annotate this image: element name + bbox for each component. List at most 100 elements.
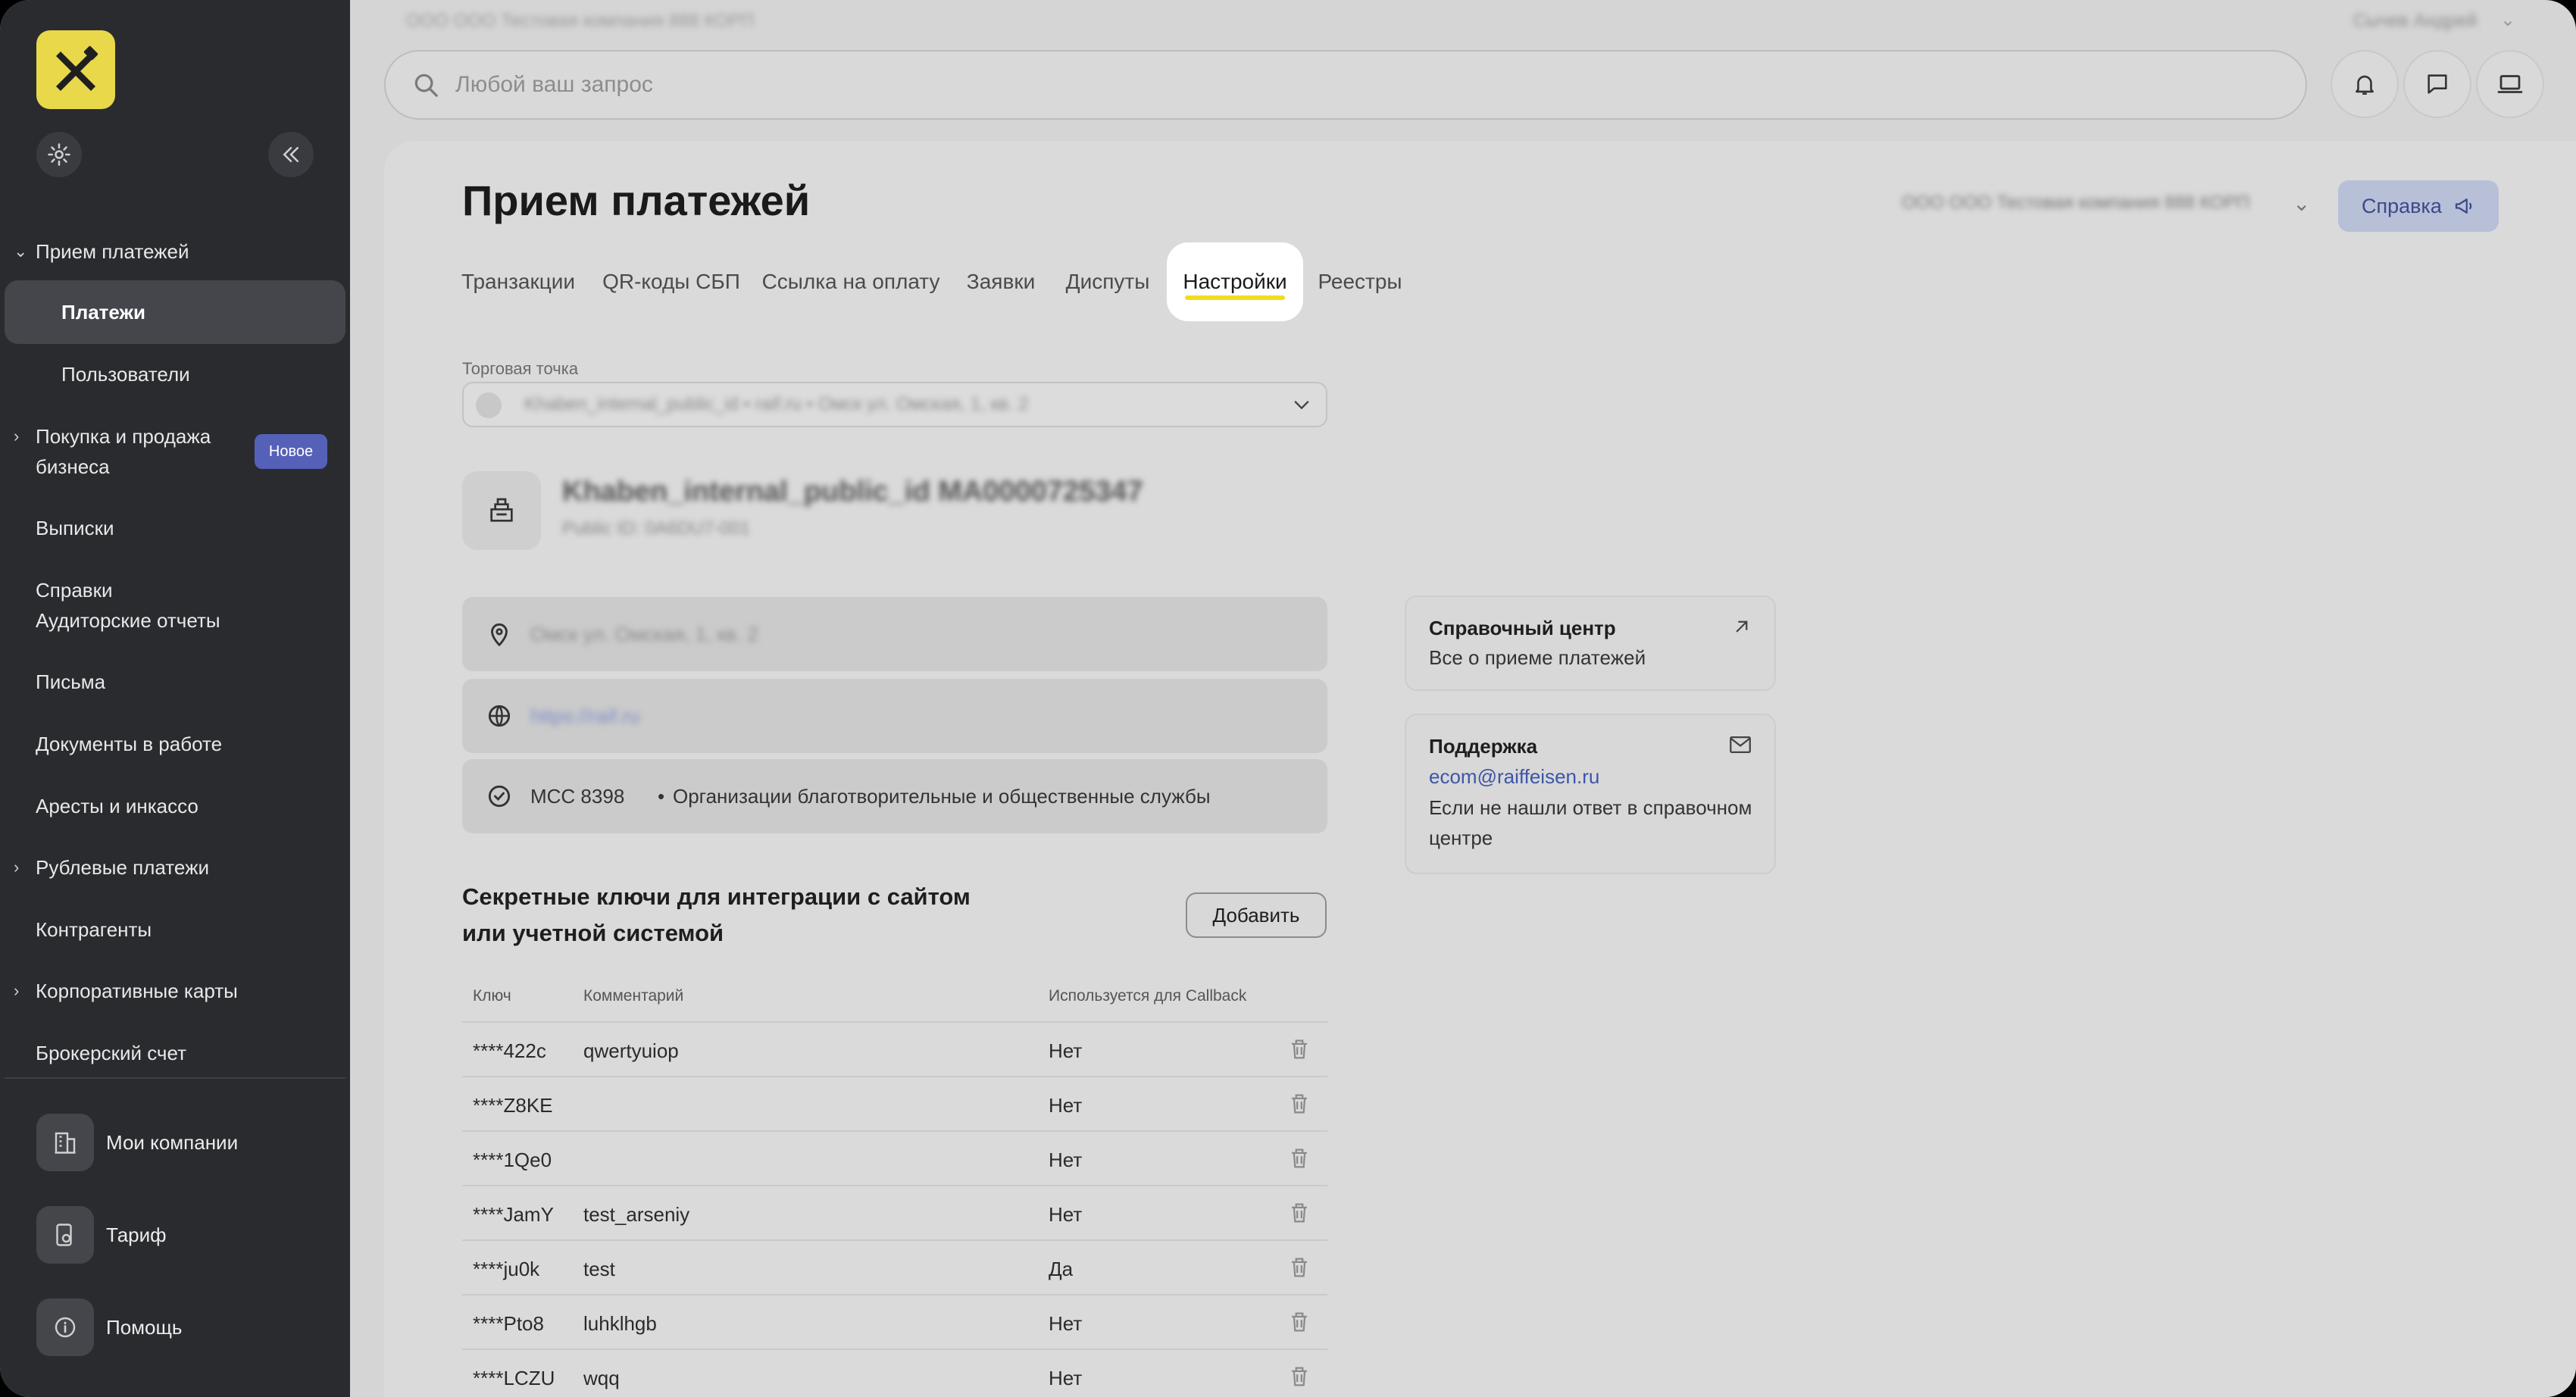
external-arrow-icon (1730, 615, 1753, 642)
point-select-value: Khaben_internal_public_id • raif.ru • Ом… (524, 394, 1029, 414)
tab-settings[interactable]: Настройки (1167, 242, 1303, 321)
my-companies-label: Мои компании (106, 1130, 239, 1154)
tab-settings-label: Настройки (1183, 270, 1287, 293)
key-cell: ****ju0k (473, 1258, 540, 1280)
tariff-icon (36, 1206, 94, 1264)
shop-public-id: Public ID: 0A6DU7-001 (562, 518, 751, 539)
key-cell: ****JamY (473, 1203, 554, 1226)
location-pin-icon (485, 620, 514, 648)
chevron-right-icon: › (14, 981, 20, 1000)
raiffeisen-logo[interactable] (36, 30, 115, 109)
mcc-row: MCC 8398 • Организации благотворительные… (462, 759, 1327, 833)
tab-requests[interactable]: Заявки (967, 242, 1035, 321)
trash-icon[interactable] (1286, 1145, 1312, 1175)
table-row: ****422c qwertyuiop Нет (462, 1021, 1327, 1076)
point-avatar-icon (476, 392, 502, 418)
check-circle-icon (485, 782, 514, 811)
support-card: Поддержка ecom@raiffeisen.ru Если не наш… (1405, 714, 1776, 874)
chevron-right-icon: › (14, 858, 20, 877)
logo-mark-icon (56, 45, 98, 91)
help-nav-button[interactable]: Помощь (36, 1299, 182, 1356)
comment-cell: luhklhgb (583, 1312, 657, 1335)
help-button[interactable]: Справка (2338, 180, 2499, 232)
comment-cell: wqq (583, 1367, 620, 1389)
nav-label: Справки (36, 579, 113, 602)
tab-qr-codes[interactable]: QR-коды СБП (602, 242, 740, 321)
chevron-down-icon[interactable]: ⌄ (2293, 191, 2310, 216)
help-center-card[interactable]: Справочный центр Все о приеме платежей (1405, 595, 1776, 691)
add-key-button[interactable]: Добавить (1186, 892, 1327, 938)
info-icon (36, 1299, 94, 1356)
support-title: Поддержка (1429, 735, 1538, 758)
mcc-code: MCC 8398 (530, 785, 625, 808)
search-icon (411, 70, 442, 100)
tab-transactions[interactable]: Транзакции (461, 242, 575, 321)
address-row: Омск ул. Омская, 1, кв. 2 (462, 597, 1327, 671)
help-center-title: Справочный центр (1429, 617, 1616, 639)
callback-cell: Нет (1049, 1039, 1083, 1062)
site-row: https://raif.ru (462, 679, 1327, 753)
trash-icon[interactable] (1286, 1364, 1312, 1393)
support-text: Если не нашли ответ в справочном центре (1429, 796, 1752, 849)
settings-gear-button[interactable] (36, 132, 82, 177)
column-header-key: Ключ (473, 987, 511, 1005)
key-cell: ****LCZU (473, 1367, 555, 1389)
globe-icon (485, 702, 514, 730)
device-button[interactable] (2476, 50, 2544, 118)
column-header-callback: Используется для Callback (1049, 987, 1247, 1005)
bell-icon (2356, 75, 2374, 95)
sidebar: ⌄ Прием платежей Платежи Пользователи › … (0, 0, 350, 1397)
mcc-description: Организации благотворительные и обществе… (673, 785, 1211, 808)
nav-label: Аудиторские отчеты (36, 609, 220, 632)
callback-cell: Нет (1049, 1149, 1083, 1171)
support-email-link[interactable]: ecom@raiffeisen.ru (1429, 765, 1599, 789)
chevron-down-icon[interactable]: ⌄ (2500, 9, 2515, 31)
trash-icon[interactable] (1286, 1200, 1312, 1230)
sidebar-divider (5, 1077, 345, 1079)
trash-icon[interactable] (1286, 1036, 1312, 1066)
company-selector[interactable]: ООО ООО Тестовая компания 888 КОРП (1902, 192, 2249, 214)
tab-payment-link[interactable]: Ссылка на оплату (762, 242, 940, 321)
chat-icon (2428, 74, 2447, 94)
nav-label: Платежи (61, 301, 145, 323)
tab-disputes[interactable]: Диспуты (1065, 242, 1150, 321)
key-cell: ****Pto8 (473, 1312, 544, 1335)
tab-registries[interactable]: Реестры (1318, 242, 1402, 321)
app-window: ⌄ Прием платежей Платежи Пользователи › … (0, 0, 2576, 1397)
collapse-sidebar-button[interactable] (268, 132, 314, 177)
search-input[interactable] (455, 72, 2198, 98)
tariff-button[interactable]: Тариф (36, 1206, 167, 1264)
site-link[interactable]: https://raif.ru (530, 705, 640, 728)
chevron-down-icon (1291, 394, 1312, 419)
trash-icon[interactable] (1286, 1255, 1312, 1284)
chat-button[interactable] (2403, 50, 2471, 118)
new-badge: Новое (255, 434, 327, 469)
table-row: ****Pto8 luhklhgb Нет (462, 1294, 1327, 1349)
trash-icon[interactable] (1286, 1309, 1312, 1339)
double-chevron-left-icon (283, 147, 299, 162)
page-title: Прием платежей (462, 177, 811, 224)
gear-icon (48, 143, 70, 166)
cash-register-icon (462, 471, 541, 550)
help-button-label: Справка (2362, 194, 2442, 217)
keys-section-title: Секретные ключи для интеграции с сайтом … (462, 883, 971, 946)
nav-label: бизнеса (36, 455, 110, 478)
mail-icon[interactable] (1727, 732, 1753, 761)
table-row: ****Z8KE Нет (462, 1076, 1327, 1130)
callback-cell: Нет (1049, 1312, 1083, 1335)
callback-cell: Да (1049, 1258, 1074, 1280)
nav-label: Аресты и инкассо (36, 795, 199, 817)
header-company-name[interactable]: ООО ООО Тестовая компания 888 КОРП (406, 11, 754, 32)
trash-icon[interactable] (1286, 1091, 1312, 1120)
nav-label: Контрагенты (36, 918, 152, 941)
point-select[interactable]: Khaben_internal_public_id • raif.ru • Ом… (462, 382, 1327, 427)
my-companies-button[interactable]: Мои компании (36, 1114, 238, 1171)
help-nav-label: Помощь (106, 1315, 183, 1339)
notifications-button[interactable] (2331, 50, 2399, 118)
table-row: ****ju0k test Да (462, 1239, 1327, 1294)
key-cell: ****1Qe0 (473, 1149, 552, 1171)
nav-label: Пользователи (61, 363, 190, 386)
search-bar[interactable] (384, 50, 2307, 120)
header-user-name[interactable]: Сычев Андрей (2353, 11, 2477, 32)
nav-label: Письма (36, 670, 106, 693)
